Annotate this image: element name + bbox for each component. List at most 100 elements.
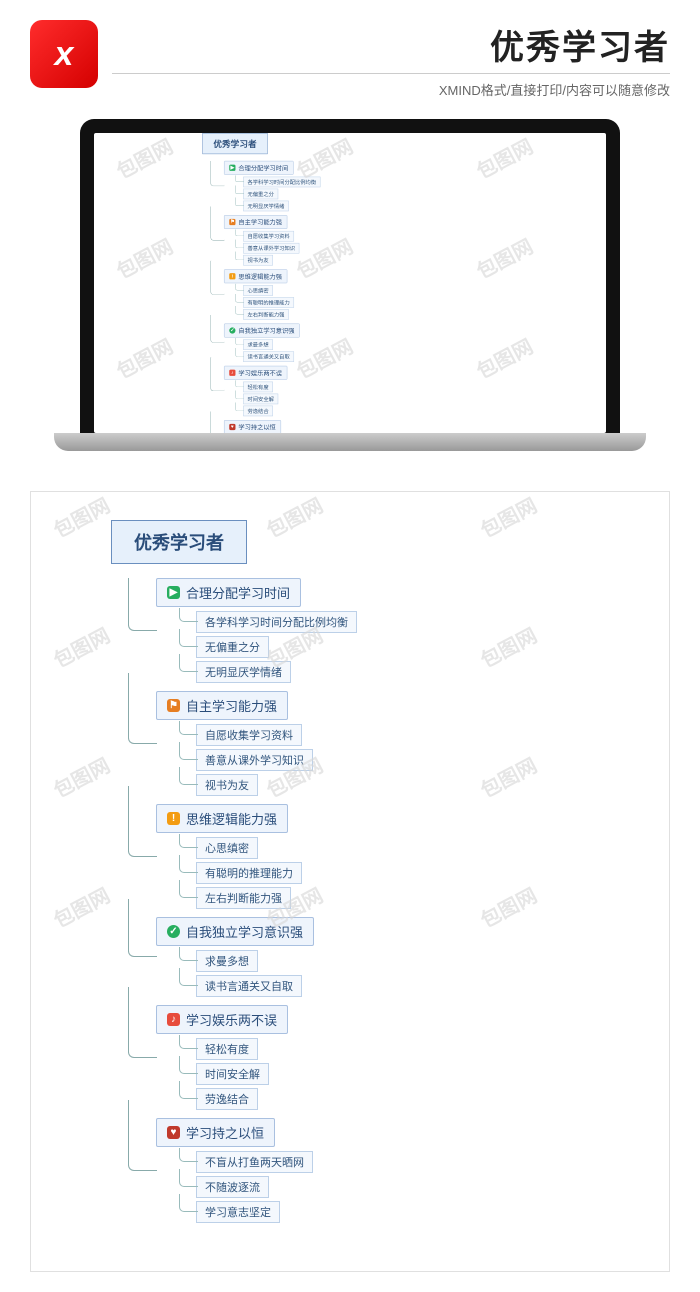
watermark-text: 包图网 <box>474 750 541 804</box>
play-icon: ▶ <box>167 586 180 599</box>
page-header: x 优秀学习者 XMIND格式/直接打印/内容可以随意修改 <box>0 20 700 109</box>
leaf-node[interactable]: 求曼多想 <box>196 950 258 972</box>
branch-node[interactable]: ♪学习娱乐两不误 <box>224 366 287 380</box>
branch-node[interactable]: ✓ 自我独立学习意识强 <box>156 917 314 946</box>
leaf-node[interactable]: 不盲从打鱼两天晒网 <box>196 1151 313 1173</box>
watermark-text: 包图网 <box>471 133 538 184</box>
leaf-node[interactable]: 心思缜密 <box>243 285 273 296</box>
leaf-node[interactable]: 视书为友 <box>243 255 273 266</box>
leaf-node[interactable]: 劳逸结合 <box>243 406 273 417</box>
watermark-text: 包图网 <box>111 231 178 285</box>
music-icon: ♪ <box>167 1013 180 1026</box>
flag-icon: ⚑ <box>167 699 180 712</box>
branch-label: 自我独立学习意识强 <box>186 922 303 941</box>
mindmap-branch: ♥ 学习持之以恒不盲从打鱼两天晒网不随波逐流学习意志坚定 <box>156 1118 357 1223</box>
leaf-node[interactable]: 学习意志坚定 <box>196 1201 280 1223</box>
branch-label: 学习娱乐两不误 <box>186 1010 277 1029</box>
watermark-text: 包图网 <box>111 133 178 184</box>
heart-icon: ♥ <box>229 424 235 430</box>
page-subtitle: XMIND格式/直接打印/内容可以随意修改 <box>112 73 670 99</box>
mindmap-root-node[interactable]: 优秀学习者 <box>111 520 247 564</box>
flag-icon: ⚑ <box>229 219 235 225</box>
mindmap-branch: ♪ 学习娱乐两不误轻松有度时间安全解劳逸结合 <box>156 1005 357 1110</box>
play-icon: ▶ <box>229 165 235 171</box>
branch-node[interactable]: ♥ 学习持之以恒 <box>156 1118 275 1147</box>
branch-node[interactable]: ▶ 合理分配学习时间 <box>156 578 301 607</box>
music-icon: ♪ <box>229 370 235 376</box>
branch-node[interactable]: ▶合理分配学习时间 <box>224 161 294 175</box>
leaf-node[interactable]: 时间安全解 <box>196 1063 269 1085</box>
leaf-node[interactable]: 轻松有度 <box>196 1038 258 1060</box>
leaf-node[interactable]: 不随波逐流 <box>196 1176 269 1198</box>
branch-label: 合理分配学习时间 <box>186 583 290 602</box>
leaf-node[interactable]: 求曼多想 <box>243 339 273 350</box>
branch-label: 思维逻辑能力强 <box>186 809 277 828</box>
watermark-text: 包图网 <box>474 620 541 674</box>
mindmap-branch: ⚑ 自主学习能力强自愿收集学习资料善意从课外学习知识视书为友 <box>156 691 357 796</box>
leaf-node[interactable]: 时间安全解 <box>243 394 278 405</box>
mindmap-branch: ✓ 自我独立学习意识强求曼多想读书言通关又自取 <box>156 917 357 997</box>
mindmap-branch: ♪学习娱乐两不误轻松有度时间安全解劳逸结合 <box>224 366 320 416</box>
watermark-text: 包图网 <box>474 880 541 934</box>
laptop-mock: 优秀学习者▶合理分配学习时间各学科学习时间分配比例均衡无偏重之分无明显厌学情绪⚑… <box>0 109 700 481</box>
watermark-layer: 包图网包图网包图网包图网包图网包图网包图网包图网包图网 <box>94 133 606 433</box>
leaf-node[interactable]: 左右判断能力强 <box>243 309 289 320</box>
leaf-node[interactable]: 有聪明的推理能力 <box>196 862 302 884</box>
info-icon: ! <box>167 812 180 825</box>
mindmap-branch: ⚑自主学习能力强自愿收集学习资料善意从课外学习知识视书为友 <box>224 215 320 265</box>
leaf-node[interactable]: 自愿收集学习资料 <box>196 724 302 746</box>
leaf-node[interactable]: 有聪明的推理能力 <box>243 297 294 308</box>
branch-node[interactable]: ✓自我独立学习意识强 <box>224 324 300 338</box>
watermark-text: 包图网 <box>111 331 178 385</box>
branch-node[interactable]: ♪ 学习娱乐两不误 <box>156 1005 288 1034</box>
mindmap-small: 优秀学习者▶合理分配学习时间各学科学习时间分配比例均衡无偏重之分无明显厌学情绪⚑… <box>174 133 321 433</box>
branch-label: 思维逻辑能力强 <box>238 272 282 281</box>
leaf-node[interactable]: 无明显厌学情绪 <box>196 661 291 683</box>
check-icon: ✓ <box>167 925 180 938</box>
branch-label: 学习持之以恒 <box>238 422 275 431</box>
leaf-node[interactable]: 无偏重之分 <box>243 189 278 200</box>
branch-node[interactable]: ⚑自主学习能力强 <box>224 215 287 229</box>
leaf-node[interactable]: 视书为友 <box>196 774 258 796</box>
leaf-node[interactable]: 左右判断能力强 <box>196 887 291 909</box>
mindmap-branch: ▶ 合理分配学习时间各学科学习时间分配比例均衡无偏重之分无明显厌学情绪 <box>156 578 357 683</box>
mindmap-large: 优秀学习者 ▶ 合理分配学习时间各学科学习时间分配比例均衡无偏重之分无明显厌学情绪 ⚑… <box>51 520 357 1231</box>
mindmap-root-node[interactable]: 优秀学习者 <box>202 133 267 154</box>
branch-node[interactable]: ♥学习持之以恒 <box>224 420 281 433</box>
watermark-text: 包图网 <box>471 331 538 385</box>
branch-node[interactable]: ! 思维逻辑能力强 <box>156 804 288 833</box>
branch-label: 自主学习能力强 <box>238 217 282 226</box>
mindmap-panel: 优秀学习者 ▶ 合理分配学习时间各学科学习时间分配比例均衡无偏重之分无明显厌学情绪 ⚑… <box>30 491 670 1272</box>
leaf-node[interactable]: 自愿收集学习资料 <box>243 231 294 242</box>
check-icon: ✓ <box>229 327 235 333</box>
mindmap-branch: ! 思维逻辑能力强心思缜密有聪明的推理能力左右判断能力强 <box>156 804 357 909</box>
branch-label: 自我独立学习意识强 <box>238 326 294 335</box>
branch-label: 合理分配学习时间 <box>238 163 288 172</box>
leaf-node[interactable]: 无偏重之分 <box>196 636 269 658</box>
leaf-node[interactable]: 各学科学习时间分配比例均衡 <box>196 611 357 633</box>
mindmap-branch: !思维逻辑能力强心思缜密有聪明的推理能力左右判断能力强 <box>224 269 320 319</box>
leaf-node[interactable]: 心思缜密 <box>196 837 258 859</box>
leaf-node[interactable]: 各学科学习时间分配比例均衡 <box>243 177 320 188</box>
branch-label: 学习持之以恒 <box>186 1123 264 1142</box>
leaf-node[interactable]: 善意从课外学习知识 <box>196 749 313 771</box>
leaf-node[interactable]: 读书言通关又自取 <box>243 351 294 362</box>
xmind-icon: x <box>30 20 98 88</box>
leaf-node[interactable]: 读书言通关又自取 <box>196 975 302 997</box>
leaf-node[interactable]: 劳逸结合 <box>196 1088 258 1110</box>
mindmap-branch: ▶合理分配学习时间各学科学习时间分配比例均衡无偏重之分无明显厌学情绪 <box>224 161 320 211</box>
mindmap-branch: ♥学习持之以恒不盲从打鱼两天晒网不随波逐流学习意志坚定 <box>224 420 320 433</box>
page-title: 优秀学习者 <box>112 20 670 69</box>
leaf-node[interactable]: 无明显厌学情绪 <box>243 201 289 212</box>
heart-icon: ♥ <box>167 1126 180 1139</box>
leaf-node[interactable]: 轻松有度 <box>243 382 273 393</box>
branch-label: 自主学习能力强 <box>186 696 277 715</box>
branch-node[interactable]: ⚑ 自主学习能力强 <box>156 691 288 720</box>
leaf-node[interactable]: 善意从课外学习知识 <box>243 243 299 254</box>
branch-label: 学习娱乐两不误 <box>238 368 282 377</box>
mindmap-branch: ✓自我独立学习意识强求曼多想读书言通关又自取 <box>224 324 320 362</box>
watermark-text: 包图网 <box>471 231 538 285</box>
info-icon: ! <box>229 273 235 279</box>
branch-node[interactable]: !思维逻辑能力强 <box>224 269 287 283</box>
watermark-text: 包图网 <box>474 490 541 544</box>
